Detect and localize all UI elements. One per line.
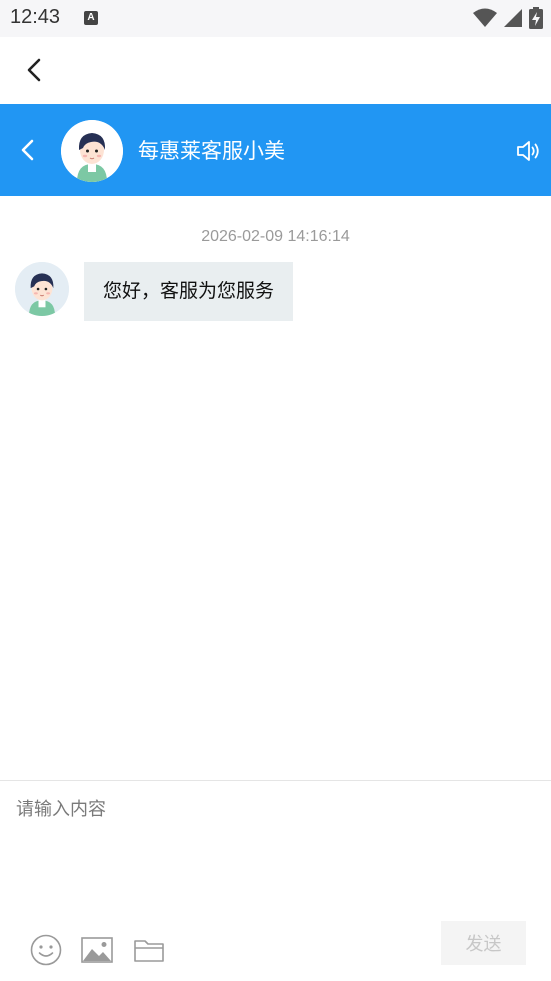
message-timestamp: 2026-02-09 14:16:14 — [201, 228, 350, 245]
chat-title: 每惠莱客服小美 — [138, 139, 285, 163]
chat-header: 每惠莱客服小美 — [0, 104, 551, 196]
status-time: 12:43 — [10, 6, 61, 28]
agent-avatar-icon — [61, 120, 123, 182]
agent-avatar — [61, 120, 123, 182]
status-icons — [473, 6, 543, 30]
message-bubble: 您好，客服为您服务 — [84, 262, 294, 321]
wifi-icon — [473, 8, 497, 27]
notification-badge: A — [84, 11, 98, 25]
speaker-icon[interactable] — [515, 138, 541, 164]
composer: 发送 — [0, 780, 551, 981]
header-back-icon[interactable] — [14, 136, 42, 164]
status-bar: 12:43 A — [0, 0, 551, 37]
signal-icon — [504, 9, 522, 27]
battery-charging-icon — [529, 7, 543, 29]
message-avatar — [15, 262, 69, 316]
folder-icon[interactable] — [132, 933, 166, 967]
agent-avatar-icon — [15, 262, 69, 316]
message-input[interactable] — [16, 795, 536, 915]
back-icon[interactable] — [20, 55, 50, 85]
top-app-bar — [0, 37, 551, 104]
image-icon[interactable] — [80, 933, 114, 967]
send-button[interactable]: 发送 — [441, 921, 526, 965]
message-list[interactable]: 2026-02-09 14:16:14 您好，客服为您服务 — [0, 196, 551, 780]
emoji-icon[interactable] — [29, 933, 63, 967]
